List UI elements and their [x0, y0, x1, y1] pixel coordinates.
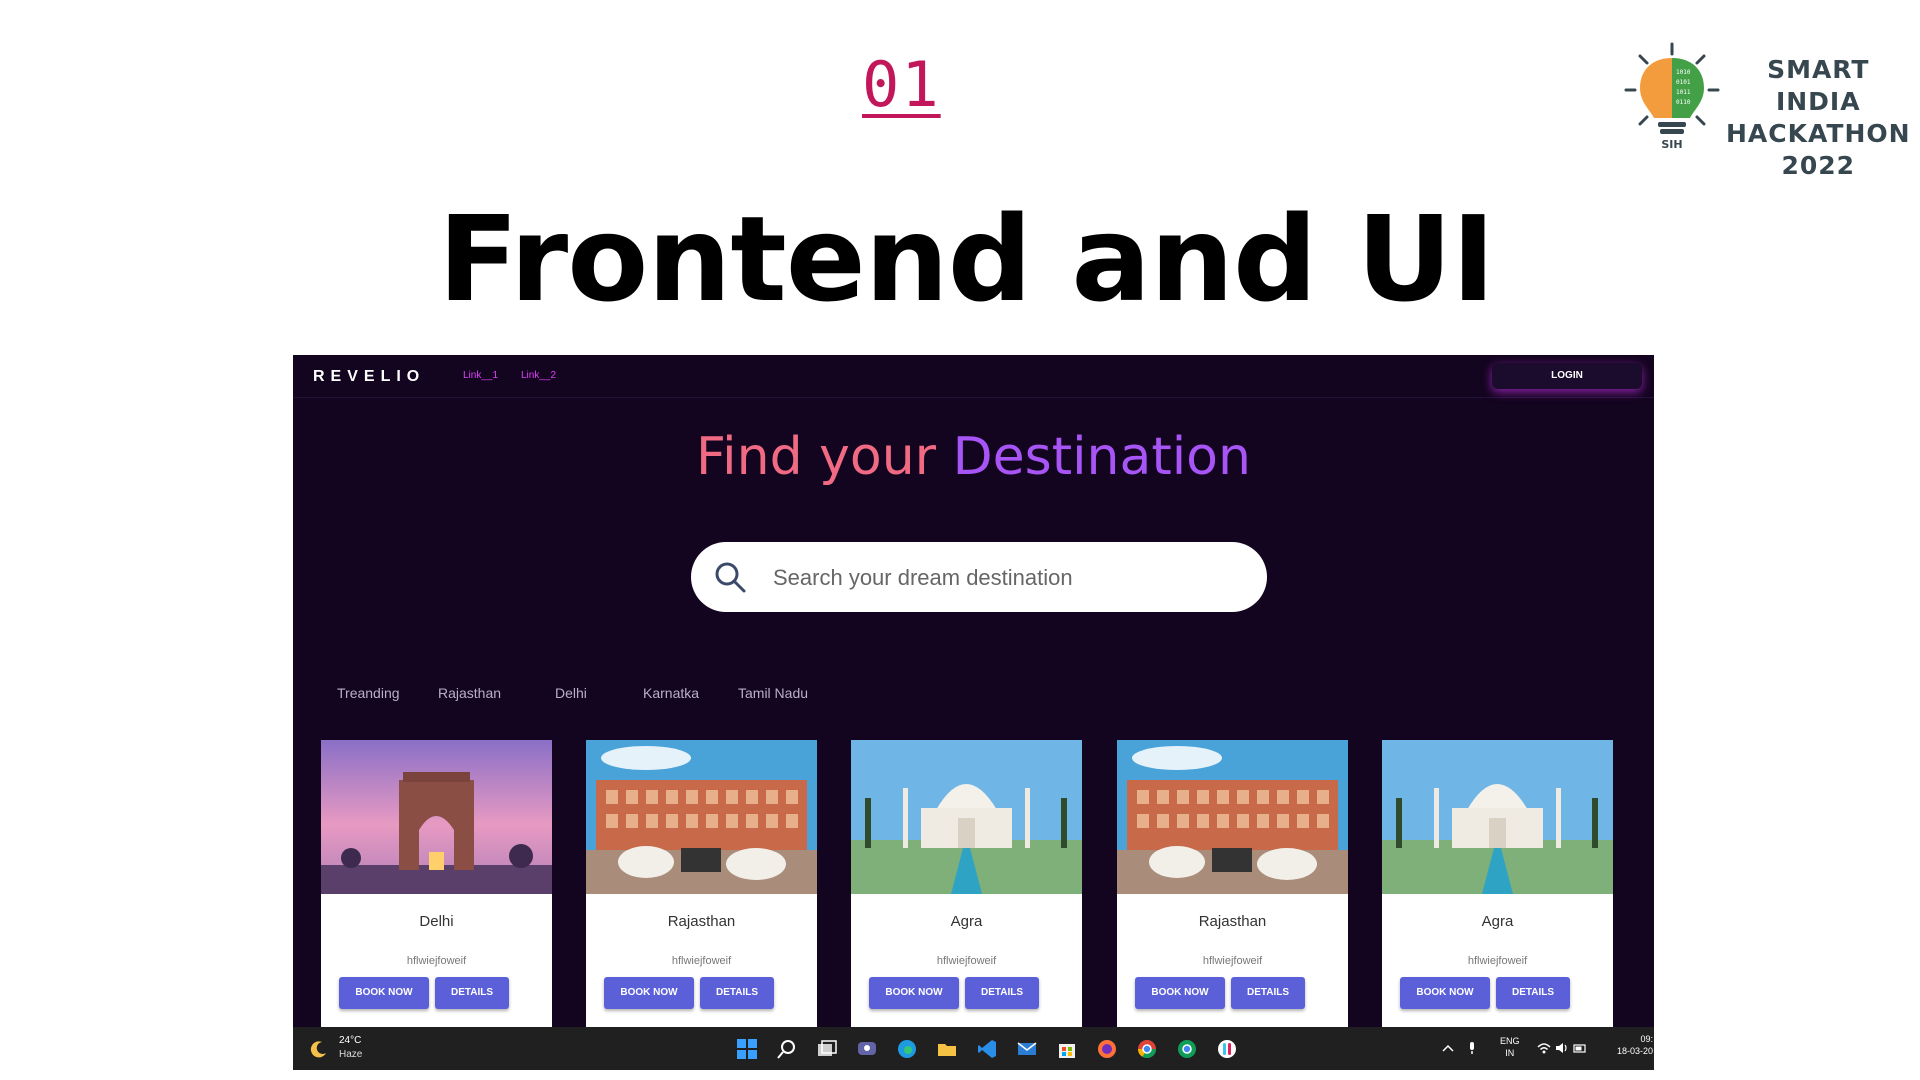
details-button[interactable]: DETAILS: [965, 977, 1039, 1009]
svg-text:1010: 1010: [1676, 69, 1691, 76]
svg-text:0110: 0110: [1676, 99, 1691, 106]
hero-title-part1: Find your: [696, 427, 953, 487]
destination-card[interactable]: Rajasthan hflwiejfoweif BOOK NOW DETAILS: [1117, 740, 1348, 1030]
tab-trending[interactable]: Treanding: [337, 685, 400, 701]
card-description: hflwiejfoweif: [1202, 955, 1263, 967]
details-button[interactable]: DETAILS: [1231, 977, 1305, 1009]
search-input[interactable]: [771, 560, 1245, 596]
navbar: REVELIO Link__1 Link__2 LOGIN: [293, 355, 1654, 398]
details-button[interactable]: DETAILS: [435, 977, 509, 1009]
details-button[interactable]: DETAILS: [1496, 977, 1570, 1009]
tab-delhi[interactable]: Delhi: [555, 685, 587, 701]
brain-bulb-icon: 1010 0101 1011 0110 SIH: [1624, 42, 1720, 151]
chrome-profile-icon[interactable]: [1176, 1038, 1198, 1060]
search-bar[interactable]: [691, 542, 1267, 612]
firefox-icon[interactable]: [1096, 1038, 1118, 1060]
card-title: Rajasthan: [667, 913, 736, 930]
nav-link-2[interactable]: Link__2: [521, 370, 556, 381]
details-button[interactable]: DETAILS: [700, 977, 774, 1009]
app-screenshot: REVELIO Link__1 Link__2 LOGIN Find your …: [293, 355, 1654, 1070]
card-title: Agra: [950, 913, 983, 930]
language-indicator[interactable]: ENG IN: [1500, 1035, 1520, 1059]
chrome-icon[interactable]: [1136, 1038, 1158, 1060]
nav-link-1[interactable]: Link__1: [463, 370, 498, 381]
moon-icon[interactable]: [309, 1039, 329, 1059]
slide-number: 01: [862, 48, 941, 121]
book-now-button[interactable]: BOOK NOW: [604, 977, 694, 1009]
hawa-mahal-image: [586, 740, 817, 894]
sih-logo: 1010 0101 1011 0110 SIH SMART INDIA HACK…: [1622, 40, 1910, 180]
svg-text:0101: 0101: [1676, 79, 1691, 86]
search-icon[interactable]: [713, 560, 747, 594]
sih-title: SMART INDIA HACKATHON 2022: [1726, 54, 1911, 182]
taskbar: 24°C Haze ENG IN 09: 18-03-20: [293, 1027, 1654, 1070]
destination-card[interactable]: Agra hflwiejfoweif BOOK NOW DETAILS: [851, 740, 1082, 1030]
microphone-icon[interactable]: [1465, 1041, 1479, 1055]
login-button[interactable]: LOGIN: [1492, 363, 1642, 389]
clock-time: 09:: [1640, 1034, 1653, 1044]
book-now-button[interactable]: BOOK NOW: [339, 977, 429, 1009]
slide-title: Frontend and UI: [438, 190, 1495, 328]
language-code: ENG: [1500, 1036, 1520, 1046]
clock-date: 18-03-20: [1616, 1046, 1653, 1056]
hawa-mahal-image: [1117, 740, 1348, 894]
region-code: IN: [1505, 1048, 1515, 1058]
sih-line2: HACKATHON: [1726, 119, 1911, 148]
task-view-icon[interactable]: [816, 1038, 838, 1060]
book-now-button[interactable]: BOOK NOW: [1135, 977, 1225, 1009]
sih-badge-text: SIH: [1661, 138, 1682, 151]
edge-browser-icon[interactable]: [896, 1038, 918, 1060]
card-description: hflwiejfoweif: [936, 955, 997, 967]
destination-card[interactable]: Rajasthan hflwiejfoweif BOOK NOW DETAILS: [586, 740, 817, 1030]
taj-mahal-image: [851, 740, 1082, 894]
search-icon[interactable]: [776, 1038, 798, 1060]
card-description: hflwiejfoweif: [406, 955, 467, 967]
card-description: hflwiejfoweif: [671, 955, 732, 967]
weather-temperature[interactable]: 24°C: [339, 1035, 361, 1046]
chevron-up-icon[interactable]: [1441, 1041, 1455, 1055]
slack-icon[interactable]: [1216, 1038, 1238, 1060]
tab-karnataka[interactable]: Karnatka: [643, 685, 699, 701]
brand-logo[interactable]: REVELIO: [313, 368, 425, 386]
weather-condition[interactable]: Haze: [339, 1049, 362, 1060]
card-description: hflwiejfoweif: [1467, 955, 1528, 967]
book-now-button[interactable]: BOOK NOW: [869, 977, 959, 1009]
battery-icon[interactable]: [1573, 1041, 1587, 1055]
windows-start-icon[interactable]: [736, 1038, 758, 1060]
hero-title: Find your Destination: [293, 427, 1654, 487]
volume-icon[interactable]: [1555, 1041, 1569, 1055]
svg-text:1011: 1011: [1676, 89, 1691, 96]
india-gate-image: [321, 740, 552, 894]
book-now-button[interactable]: BOOK NOW: [1400, 977, 1490, 1009]
clock[interactable]: 09: 18-03-20: [1593, 1033, 1653, 1057]
card-title: Agra: [1481, 913, 1514, 930]
hero-title-part2: Destination: [952, 427, 1251, 487]
taj-mahal-image: [1382, 740, 1613, 894]
sih-line1: SMART INDIA: [1767, 55, 1870, 116]
tab-rajasthan[interactable]: Rajasthan: [438, 685, 501, 701]
destination-card[interactable]: Agra hflwiejfoweif BOOK NOW DETAILS: [1382, 740, 1613, 1030]
store-icon[interactable]: [1056, 1038, 1078, 1060]
wifi-icon[interactable]: [1537, 1041, 1551, 1055]
teams-chat-icon[interactable]: [856, 1038, 878, 1060]
vscode-icon[interactable]: [976, 1038, 998, 1060]
destination-card[interactable]: Delhi hflwiejfoweif BOOK NOW DETAILS: [321, 740, 552, 1030]
tab-tamil-nadu[interactable]: Tamil Nadu: [738, 685, 808, 701]
sih-line3: 2022: [1781, 151, 1856, 180]
card-title: Delhi: [419, 913, 454, 930]
card-title: Rajasthan: [1198, 913, 1267, 930]
mail-icon[interactable]: [1016, 1038, 1038, 1060]
file-explorer-icon[interactable]: [936, 1038, 958, 1060]
